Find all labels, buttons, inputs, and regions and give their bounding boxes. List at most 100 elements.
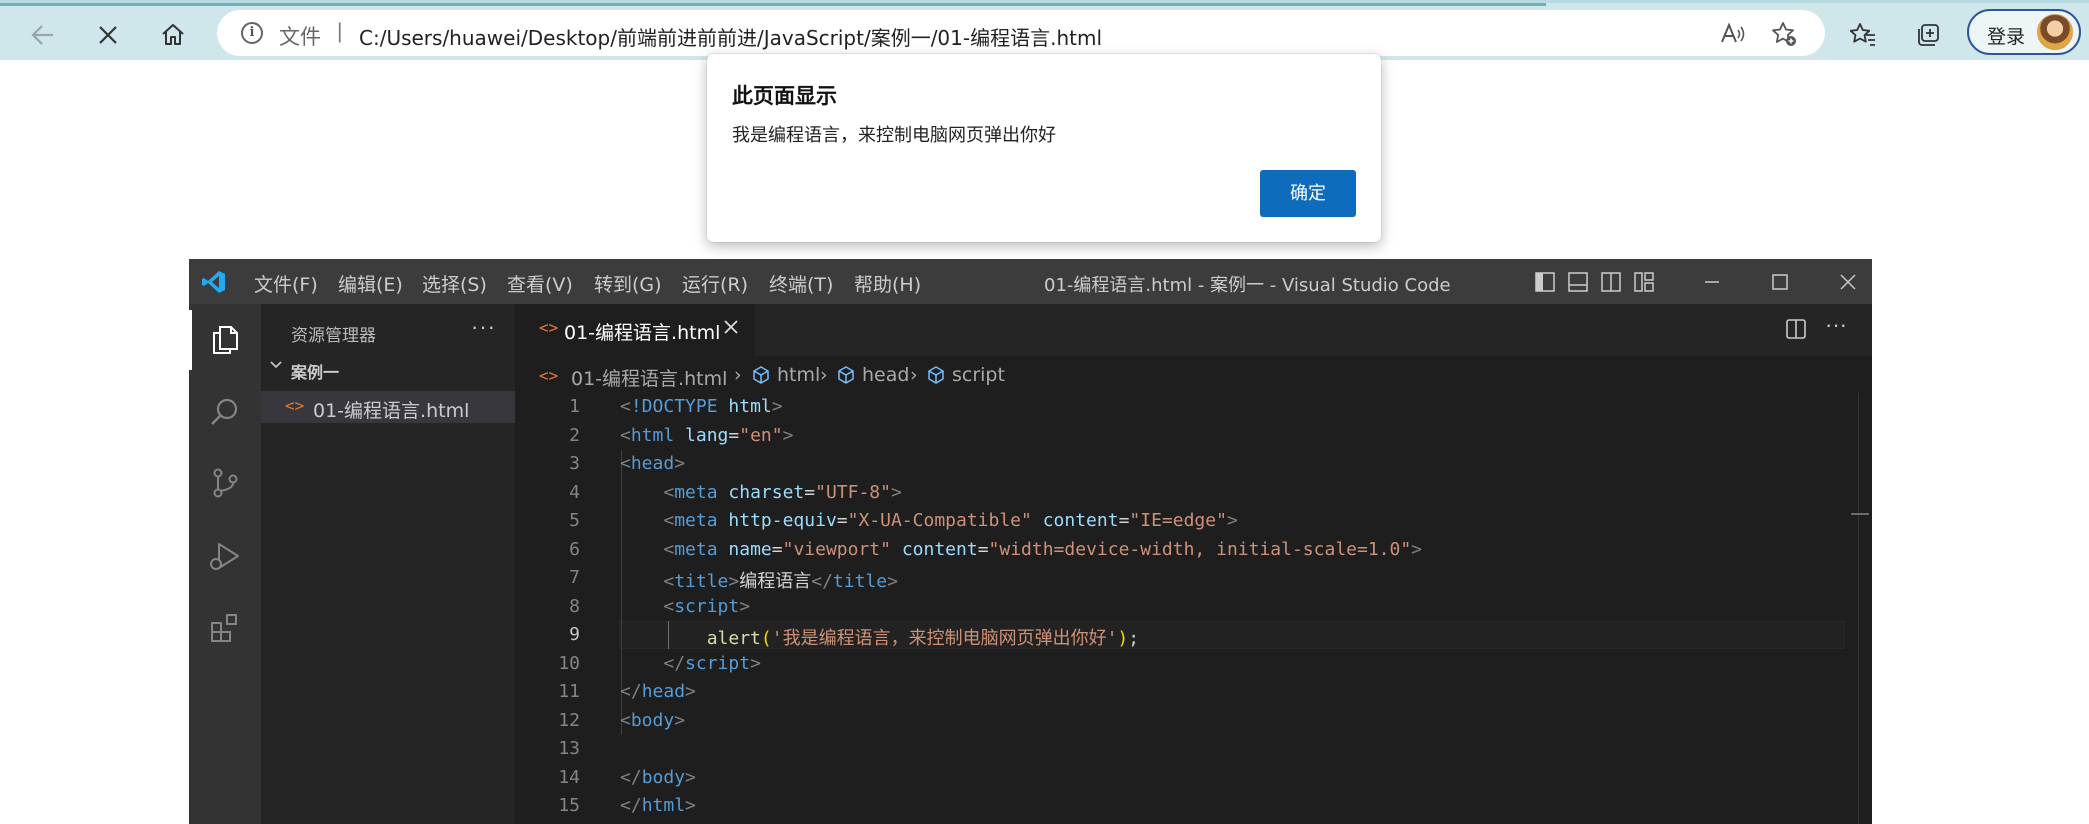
code-line[interactable]: 12 <body>: [515, 707, 1845, 736]
code-token: "en": [739, 424, 783, 446]
customize-layout-button[interactable]: [1631, 269, 1657, 295]
read-aloud-button[interactable]: [1717, 19, 1747, 49]
favorites-button[interactable]: [1843, 15, 1883, 55]
maximize-button[interactable]: [1767, 269, 1793, 295]
code-token: head: [641, 681, 686, 702]
scrollbar-track[interactable]: [1858, 393, 1859, 824]
search-button[interactable]: [201, 388, 249, 436]
search-icon: [211, 398, 238, 425]
breadcrumb-head[interactable]: head: [862, 364, 909, 386]
code-line[interactable]: 3 <head>: [515, 450, 1845, 479]
code-text: <script>: [620, 596, 750, 617]
code-line[interactable]: 13: [515, 735, 1845, 764]
code-line[interactable]: 15 </html>: [515, 792, 1845, 821]
code-text: </head>: [620, 681, 696, 702]
favorites-icon: [1849, 23, 1875, 46]
editor-more-button[interactable]: ···: [1825, 312, 1847, 338]
breadcrumb-script[interactable]: script: [952, 364, 1005, 386]
run-debug-icon: [210, 543, 239, 570]
file-name: 01-编程语言.html: [313, 400, 470, 422]
menu-help[interactable]: 帮助(H): [854, 270, 921, 297]
code-line[interactable]: 11 </head>: [515, 678, 1845, 707]
code-token: meta: [674, 510, 718, 531]
vscode-logo-icon: [201, 269, 227, 300]
stop-button[interactable]: [86, 13, 130, 57]
code-token: >: [890, 481, 902, 503]
sidebar-more-button[interactable]: ···: [471, 314, 496, 340]
minimize-button[interactable]: [1699, 269, 1725, 295]
editor-area: <> 01-编程语言.html ··· <> 01-编程语言.html › ht…: [515, 304, 1872, 824]
close-icon[interactable]: [720, 316, 742, 338]
menu-file[interactable]: 文件(F): [254, 270, 318, 297]
menu-go[interactable]: 转到(G): [594, 270, 662, 297]
line-number: 1: [569, 396, 580, 417]
home-button[interactable]: [151, 13, 195, 57]
cube-icon: [752, 366, 770, 389]
menu-selection[interactable]: 选择(S): [422, 270, 487, 297]
code-token: lang: [685, 424, 729, 446]
menu-edit[interactable]: 编辑(E): [338, 270, 403, 297]
scrollbar-cursor-marker: [1851, 513, 1869, 515]
address-bar[interactable]: i 文件 | C:/Users/huawei/Desktop/前端前进前前进/J…: [217, 10, 1825, 56]
code-token: >: [1411, 538, 1423, 560]
code-line[interactable]: 1 <!DOCTYPE html>: [515, 393, 1845, 422]
code-token: </: [663, 652, 686, 674]
active-view-indicator: [189, 310, 192, 370]
code-line[interactable]: 6 <meta name="viewport" content="width=d…: [515, 536, 1845, 565]
code-line[interactable]: 7 <title>编程语言</title>: [515, 564, 1845, 593]
code-line[interactable]: 10 </script>: [515, 650, 1845, 679]
dialog-ok-button[interactable]: 确定: [1260, 170, 1356, 217]
menu-terminal[interactable]: 终端(T): [769, 270, 833, 297]
code-line[interactable]: 5 <meta http-equiv="X-UA-Compatible" con…: [515, 507, 1845, 536]
extensions-button[interactable]: [201, 604, 249, 652]
split-editor-icon[interactable]: [1785, 318, 1807, 340]
code-token: title: [832, 571, 888, 592]
code-line[interactable]: 9 alert('我是编程语言，来控制电脑网页弹出你好');: [515, 621, 1845, 650]
code-line[interactable]: 4 <meta charset="UTF-8">: [515, 479, 1845, 508]
toggle-secondary-sidebar-button[interactable]: [1598, 269, 1624, 295]
file-item[interactable]: <> 01-编程语言.html: [261, 391, 515, 423]
toggle-panel-button[interactable]: [1565, 269, 1591, 295]
line-number: 2: [569, 424, 580, 446]
code-token: </: [620, 681, 642, 702]
code-token: html: [630, 424, 675, 446]
code-line[interactable]: 14 </body>: [515, 764, 1845, 793]
editor-tab[interactable]: <> 01-编程语言.html: [515, 304, 755, 356]
code-token: charset: [728, 481, 805, 503]
html-file-icon: <>: [539, 318, 559, 337]
menu-view[interactable]: 查看(V): [507, 270, 573, 297]
code-token: script: [674, 595, 740, 617]
folder-item[interactable]: 案例一: [261, 356, 515, 382]
url-text[interactable]: C:/Users/huawei/Desktop/前端前进前前进/JavaScri…: [359, 22, 1102, 51]
code-text: <body>: [620, 710, 685, 731]
info-icon[interactable]: i: [241, 22, 263, 44]
breadcrumb-html[interactable]: html: [777, 364, 820, 386]
explorer-button[interactable]: [201, 316, 249, 364]
code-token: "IE=edge": [1129, 510, 1227, 531]
code-editor[interactable]: 1 <!DOCTYPE html> 2 <html lang="en"> 3 <head>…: [515, 393, 1872, 824]
toggle-sidebar-button[interactable]: [1532, 269, 1558, 295]
run-debug-button[interactable]: [201, 532, 249, 580]
back-button[interactable]: [21, 13, 65, 57]
breadcrumb-file[interactable]: 01-编程语言.html: [571, 364, 727, 391]
code-token: =: [836, 510, 848, 531]
menu-run[interactable]: 运行(R): [682, 270, 748, 297]
code-token: "viewport": [782, 538, 891, 560]
code-token: http-equiv: [728, 510, 837, 531]
code-line[interactable]: 8 <script>: [515, 593, 1845, 622]
code-token: 编程语言: [739, 571, 812, 592]
login-button[interactable]: 登录: [1967, 9, 2081, 55]
add-favorite-button[interactable]: [1769, 19, 1799, 49]
code-line[interactable]: 2 <html lang="en">: [515, 422, 1845, 451]
source-control-button[interactable]: [201, 459, 249, 507]
collections-button[interactable]: [1908, 15, 1948, 55]
cube-icon: [927, 366, 945, 389]
chevron-right-icon: ›: [820, 364, 828, 386]
code-token: >: [728, 571, 740, 592]
window-title: 01-编程语言.html - 案例一 - Visual Studio Code: [1044, 275, 1451, 296]
close-window-button[interactable]: [1835, 269, 1861, 295]
